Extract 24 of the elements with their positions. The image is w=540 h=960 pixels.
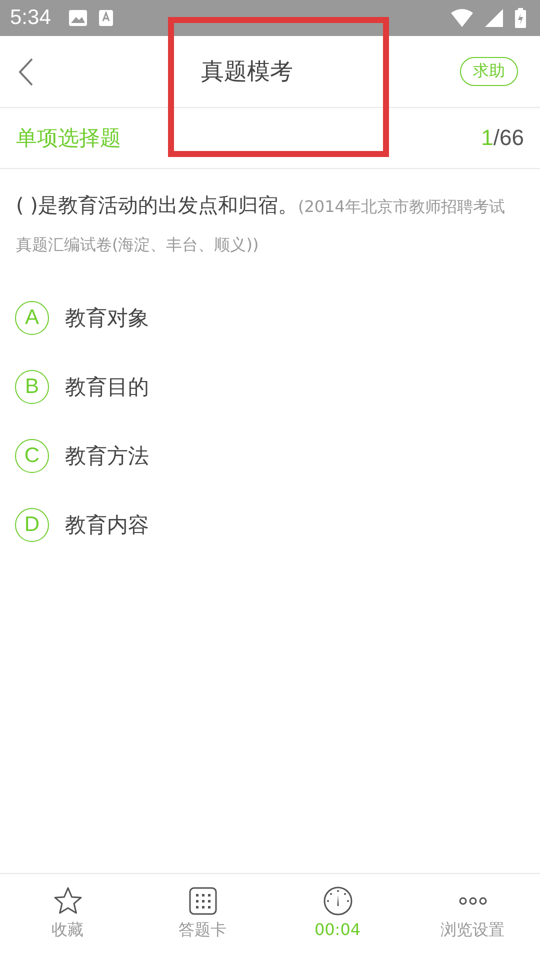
- answer-option[interactable]: B 教育目的: [0, 352, 540, 421]
- back-icon[interactable]: [18, 58, 34, 86]
- help-button[interactable]: 求助: [460, 57, 518, 86]
- question-counter: 1/66: [481, 125, 524, 151]
- nav-item[interactable]: 答题卡: [135, 874, 270, 960]
- more-icon: [458, 897, 486, 905]
- wifi-icon: [451, 9, 473, 27]
- question-text: ( )是教育活动的出发点和归宿。(2014年北京市教师招聘考试真题汇编试卷(海淀、丰台、顺义)): [16, 192, 506, 256]
- signal-icon: [485, 9, 503, 27]
- status-time: 5:34: [10, 6, 51, 30]
- battery-icon: [515, 8, 526, 28]
- keyboard-icon: [98, 10, 113, 26]
- gauge-icon: [322, 886, 352, 916]
- grid-icon: [188, 886, 218, 916]
- answer-option[interactable]: D 教育内容: [0, 490, 540, 559]
- section-title: 单项选择题: [16, 125, 121, 152]
- nav-item[interactable]: 收藏: [0, 874, 135, 960]
- image-icon: [68, 10, 87, 26]
- star-icon: [52, 886, 82, 916]
- answer-option[interactable]: C 教育方法: [0, 421, 540, 490]
- page-title: 真题模考: [200, 58, 294, 87]
- nav-item[interactable]: 00:04: [270, 874, 405, 960]
- answer-option[interactable]: A 教育对象: [0, 283, 540, 352]
- nav-item[interactable]: 浏览设置: [405, 874, 540, 960]
